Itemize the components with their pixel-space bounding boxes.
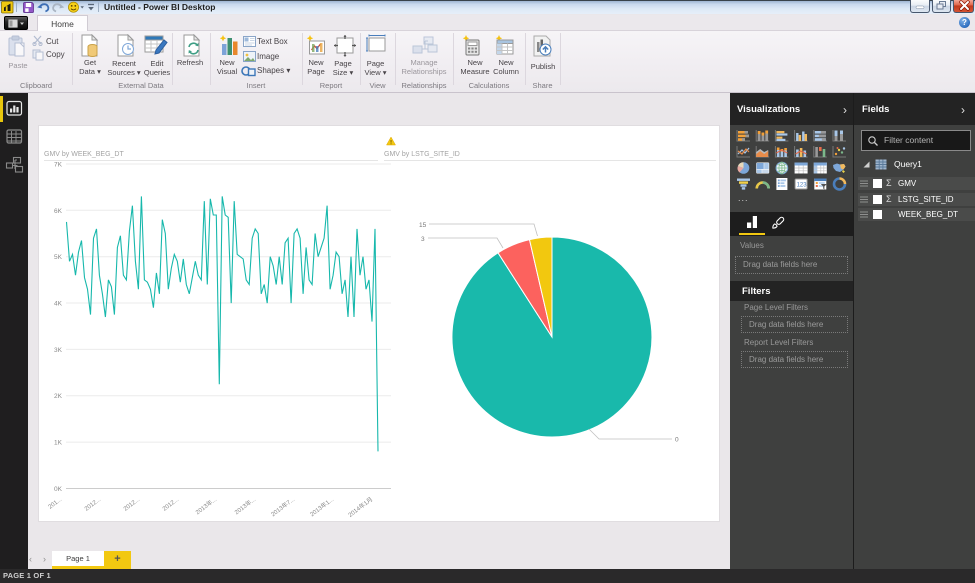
svg-text:GMV by LSTG_SITE_ID: GMV by LSTG_SITE_ID [384, 151, 460, 158]
svg-text:3K: 3K [54, 347, 63, 354]
svg-text:...: ... [738, 193, 749, 203]
svg-text:15: 15 [419, 222, 427, 229]
svg-text:2012...: 2012... [162, 497, 181, 513]
svg-text:2K: 2K [54, 393, 63, 400]
svg-text:2013年1...: 2013年1... [308, 495, 335, 518]
svg-text:0K: 0K [54, 486, 63, 493]
svg-text:0: 0 [675, 437, 679, 444]
svg-text:2012...: 2012... [84, 497, 103, 513]
svg-text:2014年1月: 2014年1月 [346, 495, 374, 519]
svg-text:5K: 5K [54, 254, 63, 261]
svg-text:7K: 7K [54, 162, 63, 169]
svg-text:1K: 1K [54, 440, 63, 447]
svg-text:2012...: 2012... [123, 497, 142, 513]
svg-text:2013年...: 2013年... [233, 495, 258, 516]
svg-text:2013年...: 2013年... [194, 495, 219, 516]
svg-text:4K: 4K [54, 301, 63, 308]
svg-text:201...: 201... [48, 497, 64, 511]
svg-text:GMV by WEEK_BEG_DT: GMV by WEEK_BEG_DT [44, 151, 124, 158]
svg-text:2013年7...: 2013年7... [269, 495, 296, 518]
svg-text:123: 123 [797, 183, 808, 189]
svg-text:6K: 6K [54, 208, 63, 215]
svg-text:3: 3 [421, 236, 425, 243]
